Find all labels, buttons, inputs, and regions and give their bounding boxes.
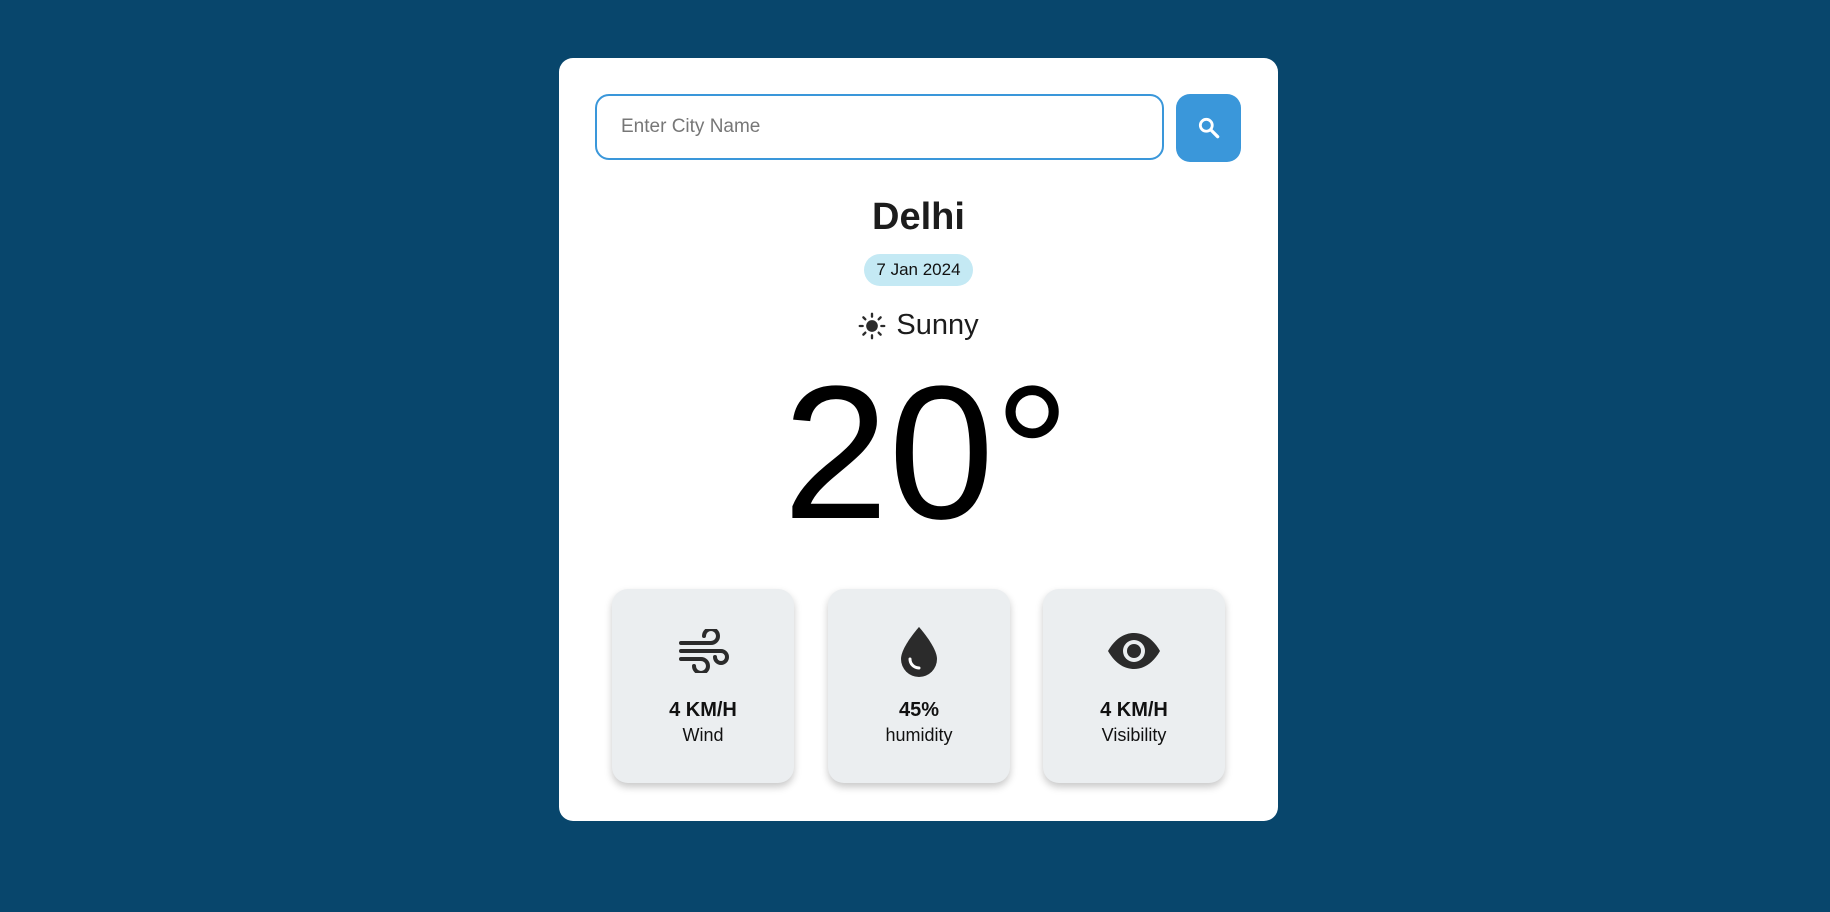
temperature-value: 20° (782, 347, 1071, 559)
stats-row: 4 KM/H Wind 45% humidity 4 KM/H Visibili… (612, 589, 1232, 785)
wind-icon (679, 629, 729, 673)
water-drop-icon (901, 627, 937, 677)
humidity-label: humidity (885, 725, 953, 745)
city-name: Delhi (872, 196, 965, 238)
visibility-value: 4 KM/H (1100, 699, 1168, 721)
wind-stat-card: 4 KM/H Wind (612, 589, 794, 783)
wind-label: Wind (682, 725, 724, 745)
weather-card: Delhi 7 Jan 2024 Sunny 20° (559, 58, 1278, 821)
humidity-value: 45% (898, 699, 940, 721)
search-bar (595, 94, 1242, 162)
weather-condition: Sunny (559, 309, 1278, 342)
visibility-label: Visibility (1101, 725, 1167, 745)
sun-icon (858, 312, 886, 339)
wind-value: 4 KM/H (669, 699, 737, 721)
humidity-stat-card: 45% humidity (828, 589, 1010, 783)
eye-icon (1108, 633, 1160, 669)
condition-label: Sunny (896, 309, 979, 341)
visibility-stat-card: 4 KM/H Visibility (1043, 589, 1225, 783)
search-icon (1198, 117, 1219, 139)
search-button[interactable] (1176, 94, 1241, 162)
date-badge: 7 Jan 2024 (864, 254, 973, 286)
city-search-input[interactable] (595, 94, 1164, 160)
